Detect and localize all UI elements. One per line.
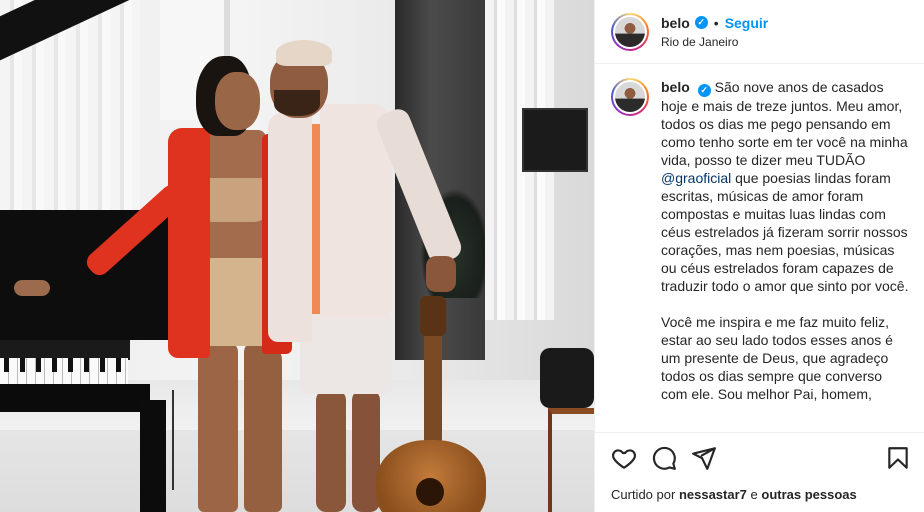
post-location[interactable]: Rio de Janeiro xyxy=(661,35,768,49)
man-leg xyxy=(316,390,346,512)
avatar-image xyxy=(615,16,645,47)
caption-area[interactable]: belo ✓ São nove anos de casados hoje e ma… xyxy=(595,64,924,432)
post-caption: belo ✓ São nove anos de casados hoje e ma… xyxy=(661,78,909,432)
pouf xyxy=(540,348,594,408)
rug xyxy=(0,430,594,512)
others-link[interactable]: outras pessoas xyxy=(761,487,856,502)
man-beard xyxy=(274,90,320,116)
piano-leg xyxy=(140,400,166,512)
heart-icon[interactable] xyxy=(611,445,637,471)
caption-paragraph: Você me inspira e me faz muito feliz, es… xyxy=(661,314,893,402)
piano-black-keys xyxy=(4,358,124,372)
caption-avatar[interactable] xyxy=(611,78,649,116)
man-hand xyxy=(426,256,456,292)
separator-dot: • xyxy=(713,14,719,31)
bookmark-icon[interactable] xyxy=(885,445,911,471)
caption-username[interactable]: belo xyxy=(661,79,690,95)
follow-button[interactable]: Seguir xyxy=(725,15,769,31)
verified-icon: ✓ xyxy=(697,84,711,97)
share-icon[interactable] xyxy=(691,445,717,471)
post-side-panel: belo ✓ • Seguir Rio de Janeiro belo ✓ São… xyxy=(594,0,924,512)
man-jacket xyxy=(268,112,312,342)
mention-link[interactable]: @graoficial xyxy=(661,170,731,186)
post-modal: belo ✓ • Seguir Rio de Janeiro belo ✓ São… xyxy=(0,0,924,512)
author-avatar[interactable] xyxy=(611,12,649,51)
liked-by-text: Curtido por nessastar7 e outras pessoas xyxy=(611,487,857,502)
woman-leg xyxy=(244,342,282,512)
author-username[interactable]: belo xyxy=(661,15,690,31)
avatar-image xyxy=(615,82,645,112)
verified-icon: ✓ xyxy=(694,16,708,29)
man-shorts xyxy=(300,314,392,394)
woman-jacket xyxy=(168,128,210,358)
television xyxy=(522,108,588,172)
action-bar: Curtido por nessastar7 e outras pessoas xyxy=(595,432,924,512)
man-hair xyxy=(276,40,332,66)
woman-face xyxy=(215,72,260,130)
post-photo[interactable] xyxy=(0,0,594,512)
side-table xyxy=(548,408,594,512)
guitar-soundhole xyxy=(416,478,444,506)
woman-hand xyxy=(14,280,50,296)
guitar-head xyxy=(420,296,446,336)
piano-front xyxy=(0,340,130,360)
piano-lower xyxy=(0,384,150,412)
caption-text: que poesias lindas foram escritas, músic… xyxy=(661,170,909,294)
comment-icon[interactable] xyxy=(651,445,677,471)
post-header: belo ✓ • Seguir Rio de Janeiro xyxy=(595,0,924,64)
liked-user-link[interactable]: nessastar7 xyxy=(679,487,747,502)
woman-leg xyxy=(198,342,238,512)
